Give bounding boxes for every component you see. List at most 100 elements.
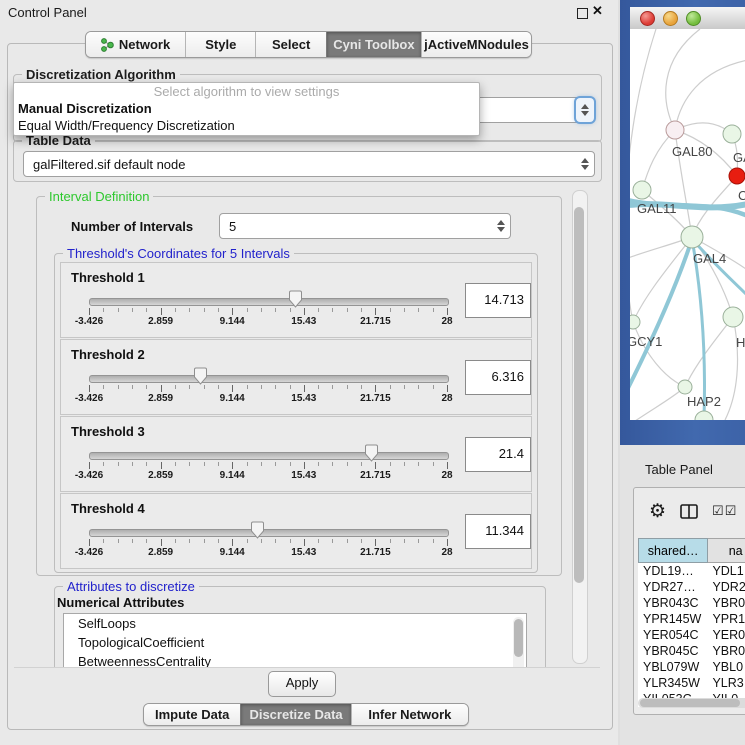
apply-button[interactable]: Apply (268, 671, 336, 697)
attribute-item[interactable]: BetweennessCentrality (64, 652, 526, 668)
table-row[interactable]: YDR27…YDR2 (638, 579, 745, 595)
scrollbar-thumb[interactable] (574, 207, 584, 583)
numerical-attributes-list[interactable]: SelfLoopsTopologicalCoefficientBetweenne… (63, 613, 527, 668)
tab-infer-network[interactable]: Infer Network (351, 704, 468, 725)
table-toolbar: ⚙ ☑☑ (634, 488, 745, 534)
scrollbar-thumb[interactable] (640, 699, 740, 707)
slider-ticks (61, 385, 531, 392)
slider-tick-labels: -3.4262.8599.14415.4321.71528 (61, 393, 531, 405)
table-panel: Table Panel ⚙ ☑☑ shared… na YDL19…YDL1YD… (620, 445, 745, 745)
slider-thumb[interactable] (288, 290, 303, 308)
float-window-icon[interactable] (577, 8, 588, 19)
close-icon[interactable]: ✕ (592, 3, 603, 19)
node-label: GAL80 (672, 144, 712, 159)
tab-label: jActiveMNodules (424, 37, 529, 52)
column-header-shared-name[interactable]: shared… (638, 538, 708, 563)
node-table: shared… na YDL19…YDL1YDR27…YDR2YBR043CYB… (638, 538, 745, 707)
control-panel-window: Control Panel ✕ Network Style Select Cyn… (0, 0, 618, 745)
table-row[interactable]: YPR145WYPR1 (638, 611, 745, 627)
dropdown-option-manual[interactable]: Manual Discretization (14, 100, 479, 117)
table-data-group: Table Data galFiltered.sif default node (13, 140, 602, 182)
table-row[interactable]: YDL19…YDL1 (638, 563, 745, 579)
slider-ticks (61, 308, 531, 315)
table-row[interactable]: YBL079WYBL0 (638, 659, 745, 675)
tab-jactivemnodules[interactable]: jActiveMNodules (421, 32, 531, 57)
network-node[interactable] (695, 411, 713, 420)
threshold-value-field[interactable]: 11.344 (465, 514, 531, 549)
network-node[interactable] (630, 315, 640, 329)
node-label: GAL11 (637, 201, 677, 216)
table-cell: YPR145W (638, 612, 707, 626)
table-row[interactable]: YLR345WYLR3 (638, 675, 745, 691)
select-columns-icon[interactable]: ☑☑ (712, 503, 737, 519)
tab-label: Infer Network (368, 707, 451, 722)
network-node[interactable] (723, 307, 743, 327)
combobox-stepper[interactable] (492, 214, 510, 238)
zoom-traffic-light-icon[interactable] (686, 11, 701, 26)
gear-icon[interactable]: ⚙ (649, 502, 666, 521)
table-cell: YDL19… (638, 564, 707, 578)
tab-label: Impute Data (155, 707, 229, 722)
split-columns-icon[interactable] (680, 504, 698, 519)
table-header: shared… na (638, 538, 745, 563)
settings-scroll-area: Interval Definition Number of Intervals … (13, 184, 600, 668)
slider-track[interactable] (89, 529, 449, 537)
tab-network[interactable]: Network (86, 32, 185, 57)
network-node[interactable] (633, 181, 651, 199)
table-data-combobox[interactable]: galFiltered.sif default node (23, 151, 595, 177)
table-horizontal-scrollbar[interactable] (638, 698, 745, 708)
tab-label: Select (272, 37, 310, 52)
table-row[interactable]: YER054CYER0 (638, 627, 745, 643)
network-edges (630, 29, 745, 420)
tab-discretize-data[interactable]: Discretize Data (240, 704, 350, 725)
threshold-value-field[interactable]: 14.713 (465, 283, 531, 318)
network-node[interactable] (678, 380, 692, 394)
table-row[interactable]: YBR045CYBR0 (638, 643, 745, 659)
tab-select[interactable]: Select (255, 32, 325, 57)
tab-label: Cyni Toolbox (333, 37, 414, 52)
tab-label: Discretize Data (249, 707, 342, 722)
attribute-item[interactable]: SelfLoops (64, 614, 526, 633)
combobox-stepper[interactable] (576, 98, 594, 122)
num-intervals-combobox[interactable]: 5 (219, 213, 511, 239)
slider-track[interactable] (89, 298, 449, 306)
table-row[interactable]: YBR043CYBR0 (638, 595, 745, 611)
slider-thumb[interactable] (250, 521, 265, 539)
panel-scrollbar[interactable] (572, 190, 588, 664)
interval-definition-group: Interval Definition Number of Intervals … (36, 196, 562, 576)
network-graph: GAL80GACGAL11GAL4GCY1HHAP2 (630, 29, 745, 420)
network-canvas[interactable]: GAL80GACGAL11GAL4GCY1HHAP2 (630, 29, 745, 420)
slider-thumb[interactable] (364, 444, 379, 462)
network-node[interactable] (666, 121, 684, 139)
slider-track[interactable] (89, 452, 449, 460)
list-scrollbar[interactable] (513, 617, 524, 668)
table-cell: YDR27… (638, 580, 707, 594)
table-data-value: galFiltered.sif default node (24, 157, 576, 172)
node-label: HAP2 (687, 394, 721, 409)
threshold-panel: Threshold 4 -3.4262.8599.14415.4321.7152… (60, 493, 532, 569)
slider-thumb[interactable] (193, 367, 208, 385)
group-label: Attributes to discretize (63, 579, 199, 594)
tab-cyni-toolbox[interactable]: Cyni Toolbox (326, 32, 421, 57)
attribute-item[interactable]: TopologicalCoefficient (64, 633, 526, 652)
combobox-stepper[interactable] (576, 152, 594, 176)
slider-track[interactable] (89, 375, 449, 383)
dropdown-option-equal-width[interactable]: Equal Width/Frequency Discretization (14, 117, 479, 134)
control-panel-tabbar: Network Style Select Cyni Toolbox jActiv… (85, 31, 532, 58)
threshold-value-field[interactable]: 6.316 (465, 360, 531, 395)
threshold-value-field[interactable]: 21.4 (465, 437, 531, 472)
table-cell: YLR3 (707, 676, 745, 690)
close-traffic-light-icon[interactable] (640, 11, 655, 26)
group-label: Interval Definition (45, 189, 153, 204)
tab-style[interactable]: Style (185, 32, 255, 57)
table-cell: YBL079W (638, 660, 707, 674)
threshold-title: Threshold 4 (71, 501, 145, 516)
network-window-titlebar[interactable] (630, 7, 745, 30)
column-header-name[interactable]: na (708, 538, 745, 563)
minimize-traffic-light-icon[interactable] (663, 11, 678, 26)
threshold-panel: Threshold 3 -3.4262.8599.14415.4321.7152… (60, 416, 532, 492)
network-node[interactable] (681, 226, 703, 248)
network-node[interactable] (729, 168, 745, 184)
network-node[interactable] (723, 125, 741, 143)
tab-impute-data[interactable]: Impute Data (144, 704, 240, 725)
